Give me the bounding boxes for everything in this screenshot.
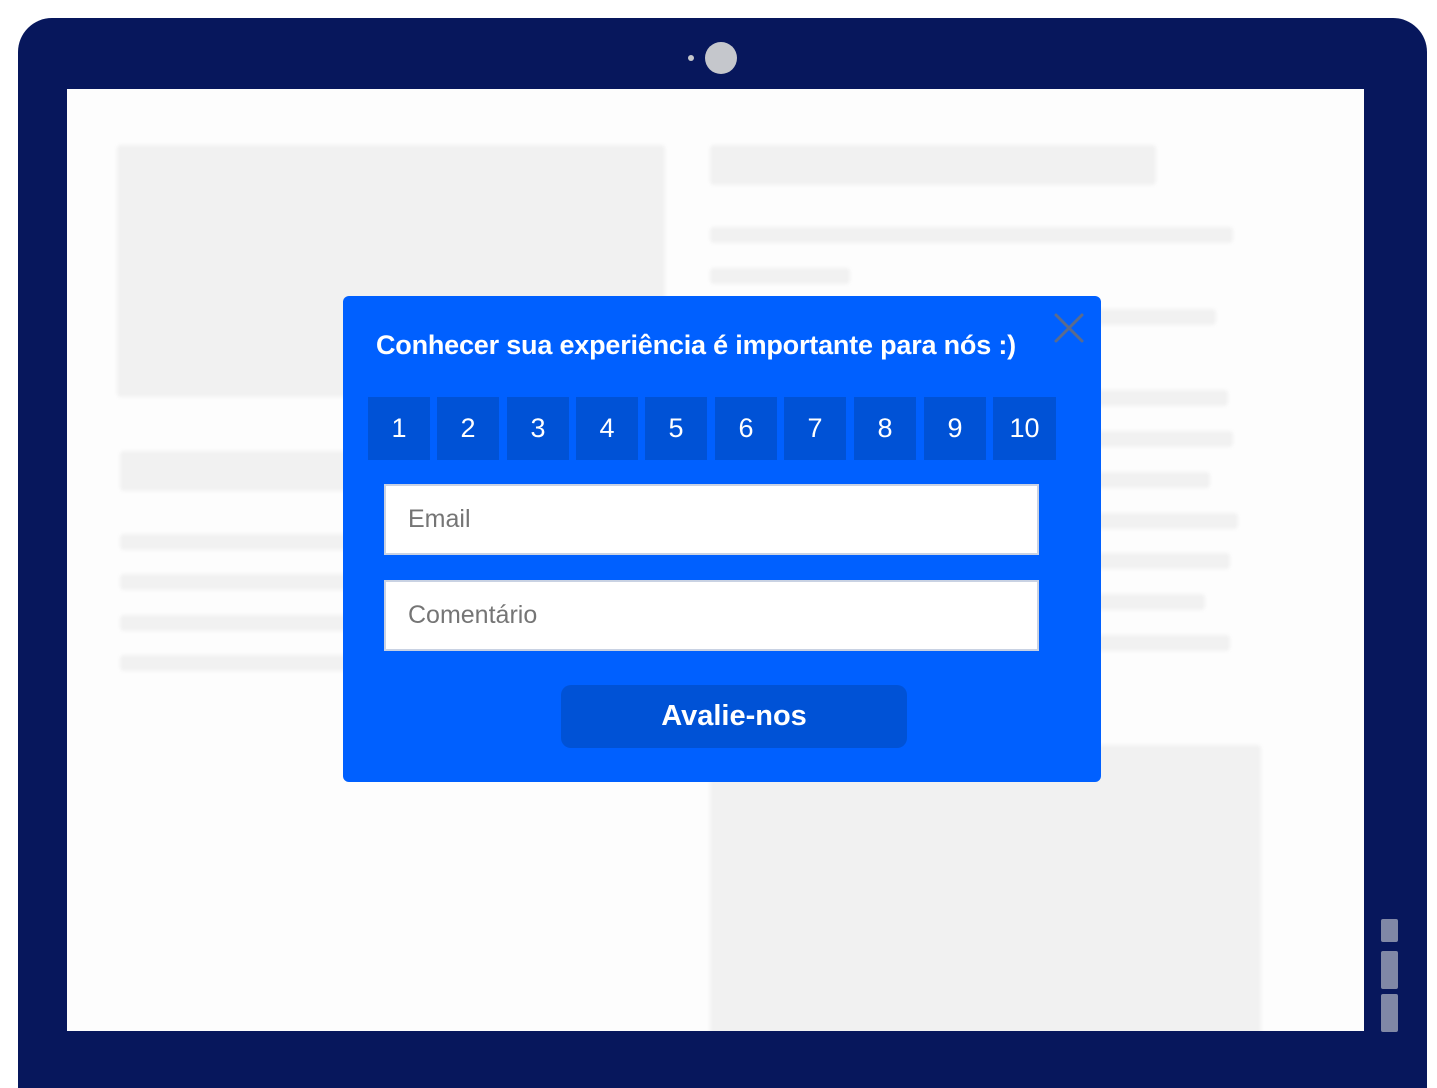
rating-option-10[interactable]: 10	[993, 397, 1056, 460]
side-button	[1381, 919, 1398, 942]
popup-title: Conhecer sua experiência é importante pa…	[376, 330, 1016, 360]
side-button	[1381, 994, 1398, 1032]
side-button	[1381, 951, 1398, 989]
rating-option-8[interactable]: 8	[854, 397, 916, 460]
rating-option-5[interactable]: 5	[645, 397, 707, 460]
feedback-popup: Conhecer sua experiência é importante pa…	[343, 296, 1101, 782]
submit-rating-button[interactable]: Avalie-nos	[561, 685, 907, 748]
rating-scale: 1 2 3 4 5 6 7 8 9 10	[368, 397, 1056, 460]
placeholder-text-line	[710, 268, 850, 284]
rating-option-4[interactable]: 4	[576, 397, 638, 460]
rating-option-6[interactable]: 6	[715, 397, 777, 460]
rating-option-2[interactable]: 2	[437, 397, 499, 460]
placeholder-heading	[710, 145, 1156, 185]
rating-option-7[interactable]: 7	[784, 397, 846, 460]
email-field[interactable]	[384, 484, 1039, 555]
close-icon[interactable]	[1051, 310, 1087, 346]
placeholder-image	[710, 745, 1261, 1031]
camera-sensor-icon	[688, 55, 694, 61]
rating-option-1[interactable]: 1	[368, 397, 430, 460]
rating-option-9[interactable]: 9	[924, 397, 986, 460]
camera-lens-icon	[705, 42, 737, 74]
rating-option-3[interactable]: 3	[507, 397, 569, 460]
comment-field[interactable]	[384, 580, 1039, 651]
placeholder-text-line	[710, 227, 1233, 243]
